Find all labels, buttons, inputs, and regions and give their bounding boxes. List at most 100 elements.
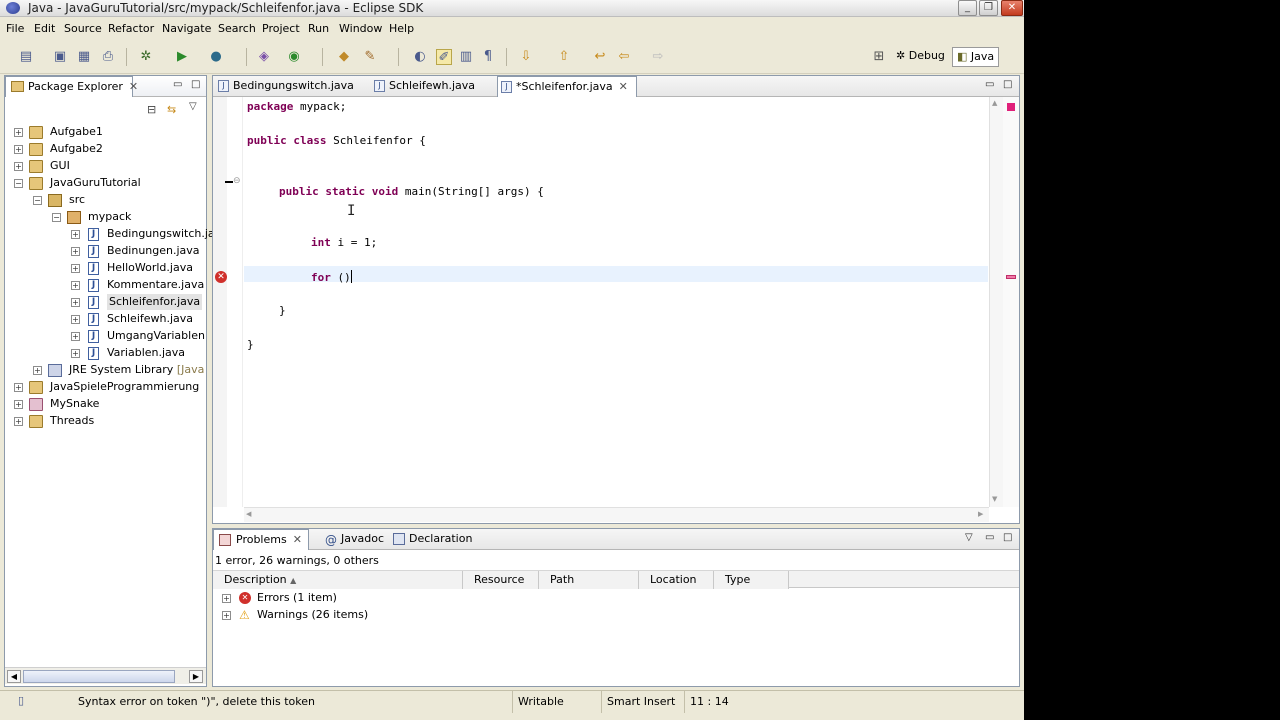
menu-help[interactable]: Help [389, 22, 414, 35]
maximize-editor-icon[interactable]: □ [1003, 79, 1012, 90]
tab-bedingungswitch[interactable]: J Bedingungswitch.java [215, 76, 363, 97]
restore-button[interactable]: ❐ [979, 0, 998, 16]
scroll-left-icon[interactable]: ◀ [246, 510, 251, 518]
editor-vscrollbar[interactable]: ▲ ▼ [989, 97, 1003, 507]
menu-refactor[interactable]: Refactor [108, 22, 154, 35]
forward-icon[interactable]: ⇨ [650, 49, 666, 65]
minimize-view-icon[interactable]: ▭ [985, 532, 994, 543]
toggle-highlight-icon[interactable]: ✐ [436, 49, 452, 65]
new-java-project-icon[interactable]: ◈ [256, 49, 272, 65]
open-type-icon[interactable]: ◆ [336, 49, 352, 65]
scroll-right-icon[interactable]: ▶ [189, 670, 203, 683]
expand-icon[interactable]: + [71, 332, 80, 341]
scroll-right-icon[interactable]: ▶ [978, 510, 983, 518]
tree-item-umgangvariablen[interactable]: + J UmgangVariablen.jav [5, 328, 205, 345]
tab-schleifewh[interactable]: J Schleifewh.java [371, 76, 495, 97]
scroll-thumb[interactable] [23, 670, 175, 683]
back-icon[interactable]: ⇦ [616, 49, 632, 65]
previous-annotation-icon[interactable]: ⇧ [556, 49, 572, 65]
editor-hscrollbar[interactable]: ◀ ▶ [244, 507, 989, 522]
new-class-icon[interactable]: ◉ [286, 49, 302, 65]
scroll-left-icon[interactable]: ◀ [7, 670, 21, 683]
tree-item-bedingungswitch[interactable]: + J Bedingungswitch.jav [5, 226, 221, 243]
scroll-down-icon[interactable]: ▼ [992, 495, 997, 503]
menu-file[interactable]: File [6, 22, 24, 35]
close-icon[interactable]: ✕ [293, 533, 302, 546]
toggle-mark-occurrences-icon[interactable]: ◐ [412, 49, 428, 65]
tab-schleifenfor[interactable]: J *Schleifenfor.java ✕ [497, 76, 637, 97]
tree-item-kommentare[interactable]: + J Kommentare.java [5, 277, 205, 294]
scroll-up-icon[interactable]: ▲ [992, 99, 997, 107]
open-perspective-icon[interactable]: ⊞ [871, 49, 887, 65]
collapse-all-icon[interactable]: ⊟ [147, 103, 156, 116]
tab-declaration[interactable]: Declaration [389, 529, 477, 550]
column-path[interactable]: Path [539, 571, 639, 589]
maximize-view-icon[interactable]: □ [191, 79, 200, 90]
new-icon[interactable]: ▤ [18, 49, 34, 65]
tree-item-schleifenfor[interactable]: + J Schleifenfor.java [5, 294, 205, 311]
next-annotation-icon[interactable]: ⇩ [518, 49, 534, 65]
tab-problems[interactable]: Problems ✕ [213, 529, 309, 550]
save-icon[interactable]: ▣ [52, 49, 68, 65]
error-marker-icon[interactable]: ✕ [215, 271, 227, 283]
menu-project[interactable]: Project [262, 22, 300, 35]
tree-item-javagurututorial[interactable]: − JavaGuruTutorial [5, 175, 205, 192]
perspective-java[interactable]: ◧ Java [952, 47, 1000, 67]
link-with-editor-icon[interactable]: ⇆ [167, 103, 176, 116]
tree-item-javaspieleprogrammierung[interactable]: + JavaSpieleProgrammierung [5, 379, 205, 396]
expand-icon[interactable]: + [14, 128, 23, 137]
expand-icon[interactable]: + [222, 594, 231, 603]
collapse-icon[interactable]: − [14, 179, 23, 188]
perspective-debug[interactable]: ✲ Debug [892, 47, 949, 67]
table-row[interactable]: + ⚠ Warnings (26 items) [213, 607, 1019, 624]
tree-item-helloworld[interactable]: + J HelloWorld.java [5, 260, 205, 277]
table-row[interactable]: + ✕ Errors (1 item) [213, 590, 1019, 607]
column-type[interactable]: Type [714, 571, 789, 589]
expand-icon[interactable]: + [14, 145, 23, 154]
tree-item-src[interactable]: − src [5, 192, 205, 209]
tree-item-aufgabe1[interactable]: + Aufgabe1 [5, 124, 205, 141]
expand-icon[interactable]: + [14, 417, 23, 426]
expand-icon[interactable]: + [71, 264, 80, 273]
expand-icon[interactable]: + [71, 349, 80, 358]
expand-icon[interactable]: + [71, 298, 80, 307]
error-overview-marker[interactable] [1006, 275, 1016, 279]
tree-item-mysnake[interactable]: + MySnake [5, 396, 205, 413]
column-resource[interactable]: Resource [463, 571, 539, 589]
run-icon[interactable]: ▶ [174, 49, 190, 65]
column-description[interactable]: Description ▲ [213, 571, 463, 589]
tree-item-gui[interactable]: + GUI [5, 158, 205, 175]
error-status-icon[interactable] [1007, 103, 1015, 111]
tab-package-explorer[interactable]: Package Explorer ✕ [5, 76, 138, 97]
menu-navigate[interactable]: Navigate [162, 22, 211, 35]
view-menu-icon[interactable]: ▽ [965, 532, 973, 543]
minimize-view-icon[interactable]: ▭ [173, 79, 182, 90]
minimize-editor-icon[interactable]: ▭ [985, 79, 994, 90]
expand-icon[interactable]: + [71, 230, 80, 239]
collapse-icon[interactable]: − [33, 196, 42, 205]
tree-item-schleifewh[interactable]: + J Schleifewh.java [5, 311, 205, 328]
tab-javadoc[interactable]: @ Javadoc [319, 529, 389, 550]
menu-edit[interactable]: Edit [34, 22, 55, 35]
collapse-icon[interactable]: − [52, 213, 61, 222]
fold-collapse-icon[interactable]: ⊖ [233, 176, 241, 186]
tree-item-threads[interactable]: + Threads [5, 413, 205, 430]
package-explorer-hscrollbar[interactable]: ◀ ▶ [5, 667, 206, 684]
menu-source[interactable]: Source [64, 22, 102, 35]
close-window-button[interactable]: ✕ [1001, 0, 1023, 16]
save-all-icon[interactable]: ▦ [76, 49, 92, 65]
expand-icon[interactable]: + [71, 315, 80, 324]
tree-item-bedinungen[interactable]: + J Bedinungen.java [5, 243, 205, 260]
show-whitespace-icon[interactable]: ¶ [480, 49, 496, 65]
last-edit-location-icon[interactable]: ↩ [592, 49, 608, 65]
block-selection-icon[interactable]: ▥ [458, 49, 474, 65]
expand-icon[interactable]: + [71, 247, 80, 256]
menu-search[interactable]: Search [218, 22, 256, 35]
close-icon[interactable]: ✕ [619, 80, 628, 93]
expand-icon[interactable]: + [14, 162, 23, 171]
print-icon[interactable]: ⎙ [100, 49, 116, 65]
expand-icon[interactable]: + [14, 400, 23, 409]
close-icon[interactable]: ✕ [129, 80, 138, 93]
tree-item-aufgabe2[interactable]: + Aufgabe2 [5, 141, 205, 158]
menu-run[interactable]: Run [308, 22, 329, 35]
